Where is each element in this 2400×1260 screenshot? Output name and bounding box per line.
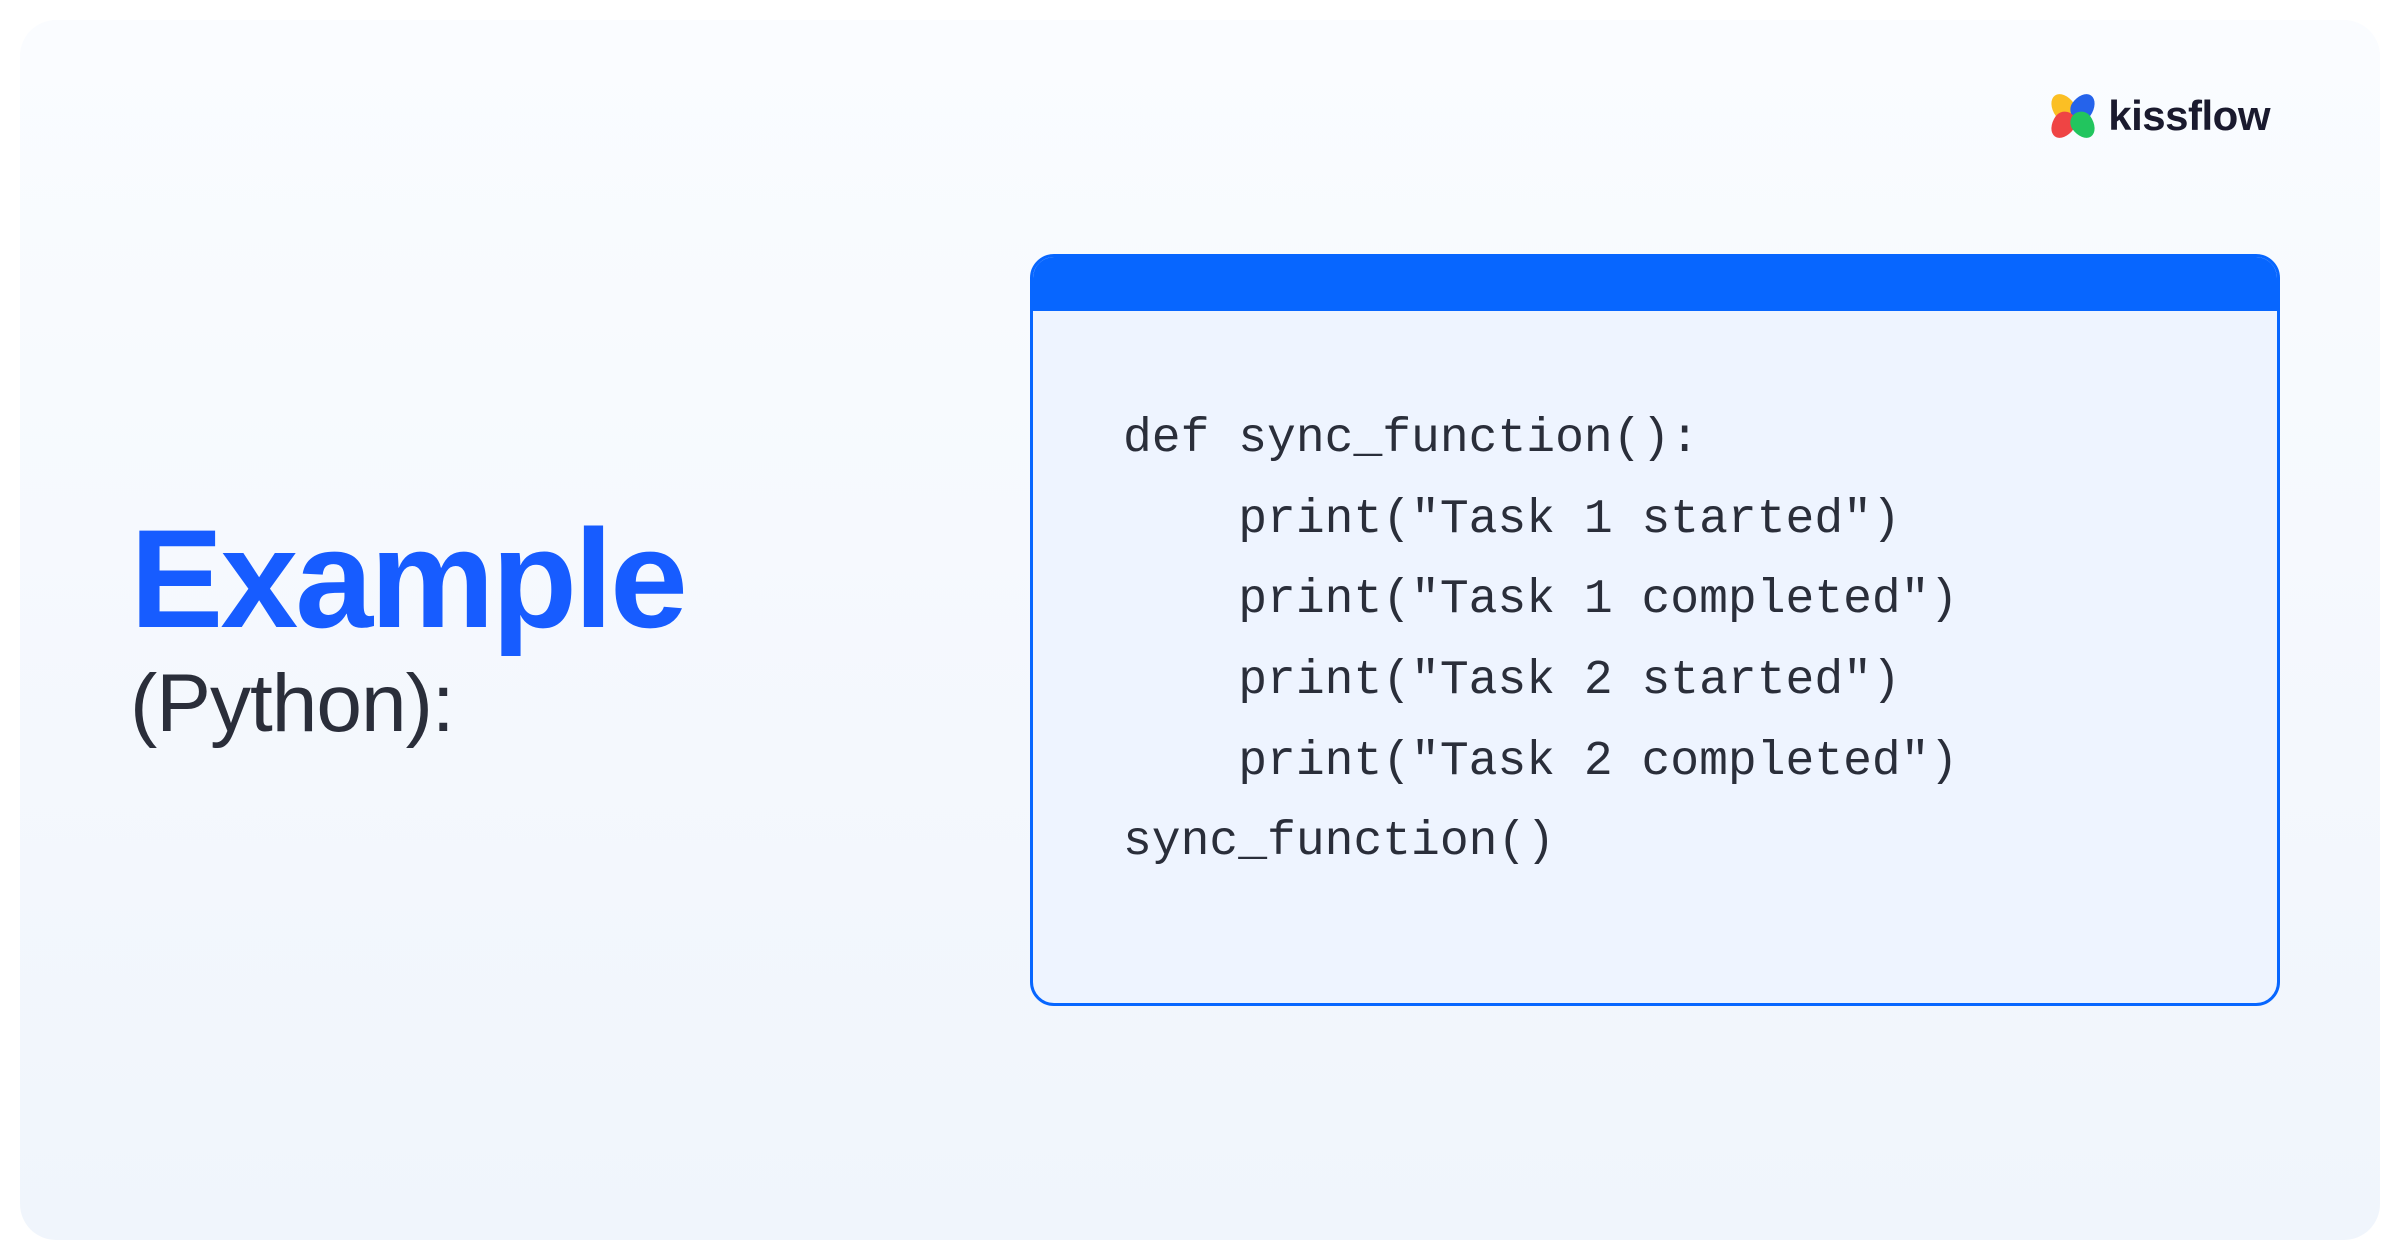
brand-name: kissflow — [2108, 92, 2270, 140]
code-column: def sync_function(): print("Task 1 start… — [745, 254, 2280, 1006]
code-block: def sync_function(): print("Task 1 start… — [1033, 311, 2277, 1003]
slide-card: kissflow Example (Python): def sync_func… — [20, 20, 2380, 1240]
content-row: Example (Python): def sync_function(): p… — [20, 20, 2380, 1240]
code-window: def sync_function(): print("Task 1 start… — [1030, 254, 2280, 1006]
slide-title: Example — [130, 509, 685, 649]
kissflow-icon — [2050, 93, 2096, 139]
brand-logo: kissflow — [2050, 92, 2270, 140]
slide-subtitle: (Python): — [130, 657, 685, 751]
code-window-titlebar — [1033, 257, 2277, 311]
heading-block: Example (Python): — [120, 509, 685, 751]
